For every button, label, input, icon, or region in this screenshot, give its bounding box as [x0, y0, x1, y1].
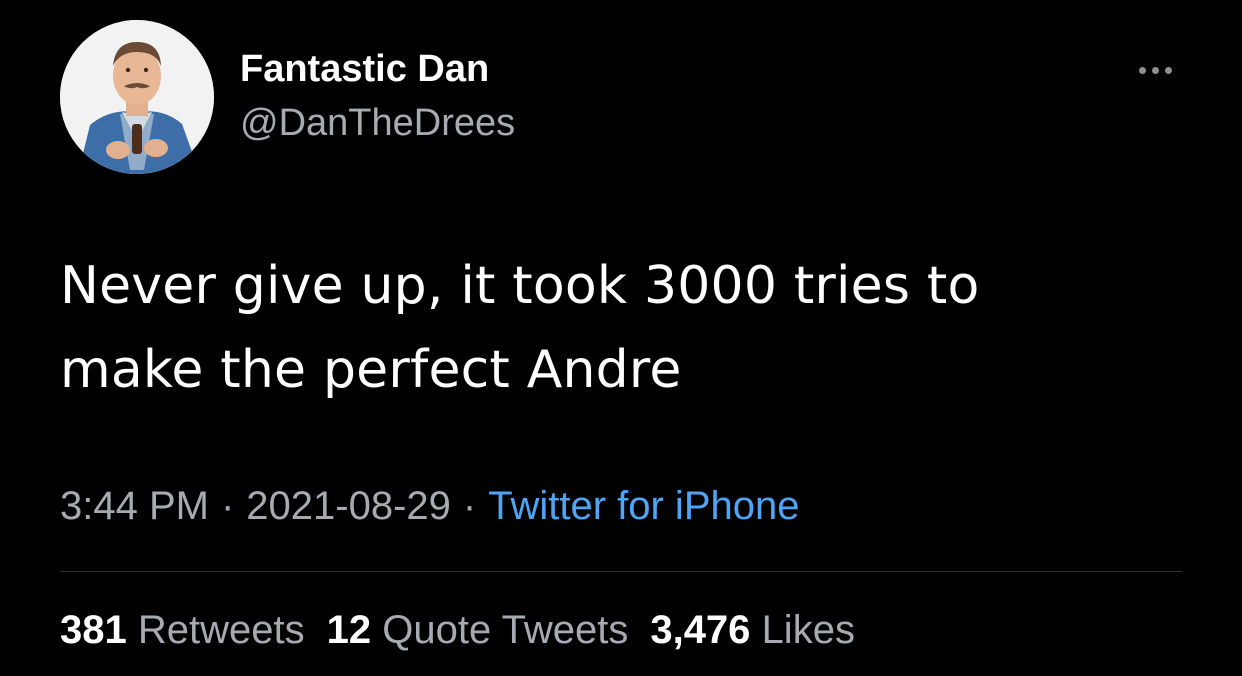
tweet-time[interactable]: 3:44 PM [60, 484, 209, 528]
tweet-source-link[interactable]: Twitter for iPhone [488, 484, 799, 528]
more-dot [1138, 66, 1146, 74]
tweet-text-line: make the perfect Andre [60, 340, 682, 400]
likes-label: Likes [761, 608, 855, 652]
more-dot [1151, 66, 1159, 74]
tweet-text: Never give up, it took 3000 tries to mak… [60, 244, 1140, 412]
meta-separator: · [462, 484, 477, 528]
likes-count: 3,476 [650, 608, 751, 652]
tweet-meta: 3:44 PM · 2021-08-29 · Twitter for iPhone [60, 484, 799, 529]
author-display-name[interactable]: Fantastic Dan [240, 48, 489, 91]
retweets-count: 381 [60, 608, 127, 652]
likes-stat[interactable]: 3,476 Likes [650, 608, 855, 652]
quote-tweets-label: Quote Tweets [382, 608, 629, 652]
divider [60, 571, 1182, 572]
author-avatar[interactable] [60, 20, 214, 174]
tweet-detail: Fantastic Dan @DanTheDrees Never give up… [0, 0, 1242, 676]
more-dot [1164, 66, 1172, 74]
quote-tweets-count: 12 [326, 608, 372, 652]
author-handle[interactable]: @DanTheDrees [240, 102, 515, 145]
avatar-photo-icon [60, 20, 214, 174]
quote-tweets-stat[interactable]: 12 Quote Tweets [327, 608, 629, 652]
more-options-icon[interactable] [1128, 58, 1182, 82]
tweet-date[interactable]: 2021-08-29 [246, 484, 451, 528]
tweet-stats: 381 Retweets 12 Quote Tweets 3,476 Likes [60, 608, 877, 653]
meta-separator: · [220, 484, 235, 528]
retweets-label: Retweets [137, 608, 305, 652]
retweets-stat[interactable]: 381 Retweets [60, 608, 305, 652]
tweet-text-line: Never give up, it took 3000 tries to [60, 256, 980, 316]
